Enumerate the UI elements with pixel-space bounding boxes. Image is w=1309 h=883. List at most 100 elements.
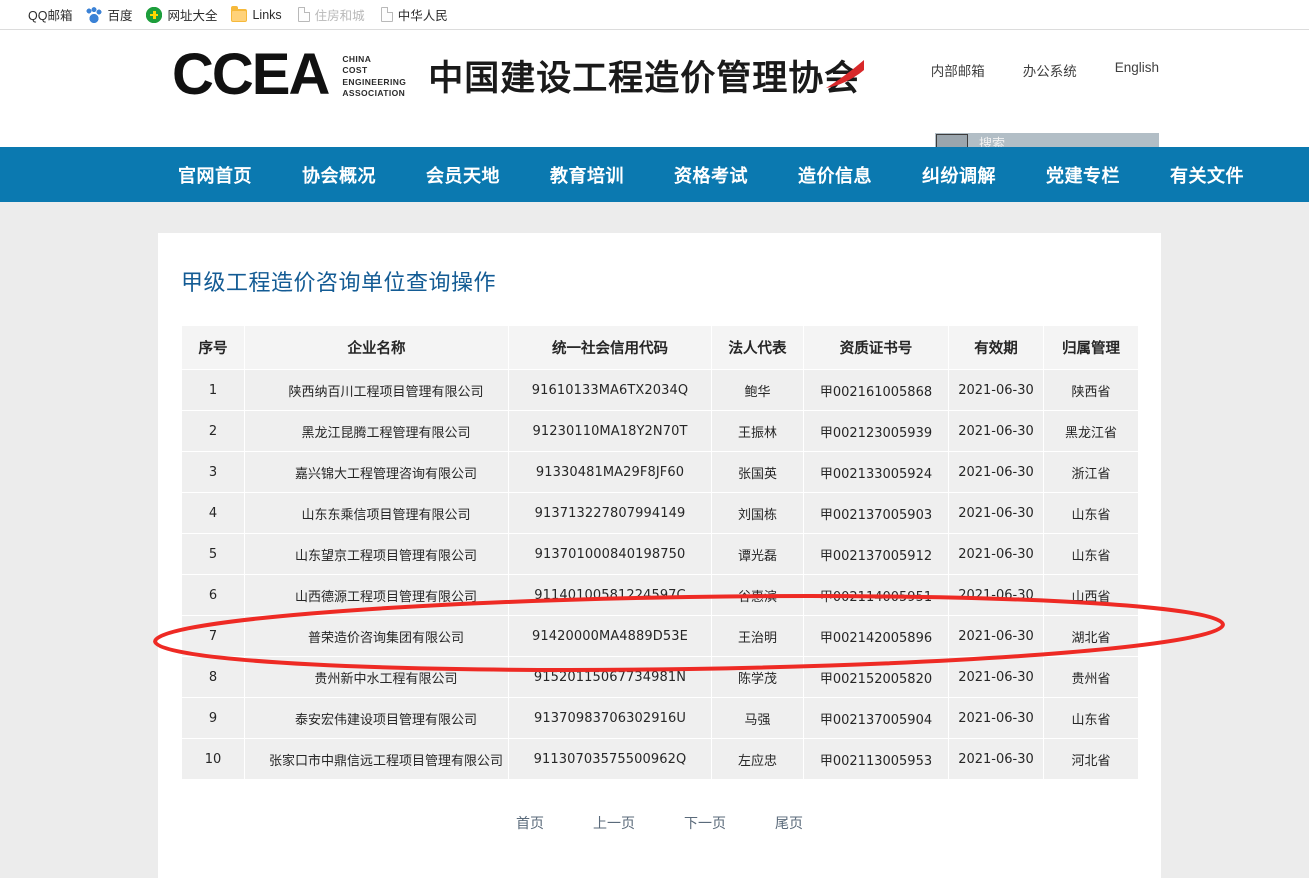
cell-company-link[interactable]: 泰安宏伟建设项目管理有限公司 (244, 697, 509, 739)
cell-representative: 左应忠 (711, 738, 804, 780)
bookmark-item-links[interactable]: Links (224, 4, 288, 26)
cell-uscc: 91230110MA18Y2N70T (508, 410, 712, 452)
cell-uscc: 913713227807994149 (508, 492, 712, 534)
table-row: 2 黑龙江昆腾工程管理有限公司 91230110MA18Y2N70T 王振林 甲… (181, 410, 1139, 452)
site-name: 中国建设工程造价管理协会 (428, 58, 861, 99)
cell-representative: 谭光磊 (711, 533, 804, 575)
cell-validity: 2021-06-30 (948, 533, 1044, 575)
site-header: CCEA CHINA COST ENGINEERING ASSOCIATION … (0, 31, 1309, 156)
cell-company-link[interactable]: 山西德源工程项目管理有限公司 (244, 574, 509, 616)
cell-index: 1 (181, 369, 245, 411)
pagination-last[interactable]: 尾页 (775, 813, 803, 833)
table-row: 10 张家口市中鼎信远工程项目管理有限公司 91130703575500962Q… (181, 738, 1139, 780)
bookmark-item-gov[interactable]: 中华人民 (372, 4, 455, 26)
column-header-province: 归属管理 (1043, 325, 1139, 370)
hao123-icon (146, 6, 163, 23)
cell-province: 浙江省 (1043, 451, 1139, 493)
bookmark-label: Links (252, 7, 282, 22)
nav-item-home[interactable]: 官网首页 (153, 162, 277, 188)
pagination: 首页 上一页 下一页 尾页 (158, 813, 1161, 833)
cell-validity: 2021-06-30 (948, 574, 1044, 616)
nav-item-mediation[interactable]: 纠纷调解 (897, 162, 1021, 188)
nav-item-members[interactable]: 会员天地 (401, 162, 525, 188)
folder-icon (231, 5, 248, 22)
cell-company-link[interactable]: 嘉兴锦大工程管理咨询有限公司 (244, 451, 509, 493)
bookmark-item-baidu[interactable]: 百度 (79, 4, 139, 26)
site-logo[interactable]: CCEA CHINA COST ENGINEERING ASSOCIATION … (172, 42, 865, 107)
company-link-text: 嘉兴锦大工程管理咨询有限公司 (294, 466, 477, 482)
nav-item-exams[interactable]: 资格考试 (649, 162, 773, 188)
browser-bookmark-bar: QQ邮箱 百度 网址大全 Links 住房和城 中华人民 (0, 0, 1309, 30)
logo-ccea-text: CCEA (172, 42, 330, 107)
content-panel: 甲级工程造价咨询单位查询操作 序号 企业名称 统一社会信用代码 法人代表 资质证… (158, 233, 1161, 878)
logo-sub-line-4: ASSOCIATION (342, 88, 406, 98)
cell-validity: 2021-06-30 (948, 697, 1044, 739)
company-link-text: 山西德源工程项目管理有限公司 (294, 589, 477, 605)
cell-province: 黑龙江省 (1043, 410, 1139, 452)
cell-company-link[interactable]: 山东东乘信项目管理有限公司 (244, 492, 509, 534)
company-link-text: 陕西纳百川工程项目管理有限公司 (288, 384, 484, 400)
cell-representative: 刘国栋 (711, 492, 804, 534)
table-row: 9 泰安宏伟建设项目管理有限公司 91370983706302916U 马强 甲… (181, 697, 1139, 739)
page-icon (380, 7, 393, 22)
cell-company-link[interactable]: 普荣造价咨询集团有限公司 (244, 615, 509, 657)
company-link-text: 张家口市中鼎信远工程项目管理有限公司 (268, 753, 503, 769)
company-results-table: 序号 企业名称 统一社会信用代码 法人代表 资质证书号 有效期 归属管理 1 陕… (181, 325, 1139, 780)
cell-index: 7 (181, 615, 245, 657)
bookmark-item-hao123[interactable]: 网址大全 (139, 4, 224, 26)
table-row: 4 山东东乘信项目管理有限公司 913713227807994149 刘国栋 甲… (181, 492, 1139, 534)
cell-company-link[interactable]: 张家口市中鼎信远工程项目管理有限公司 (244, 738, 509, 780)
pagination-next[interactable]: 下一页 (684, 813, 726, 833)
baidu-icon (86, 6, 103, 23)
cell-index: 8 (181, 656, 245, 698)
cell-uscc: 913701000840198750 (508, 533, 712, 575)
company-link-text: 黑龙江昆腾工程管理有限公司 (301, 425, 471, 441)
cell-index: 5 (181, 533, 245, 575)
page-icon (297, 7, 310, 22)
pagination-prev[interactable]: 上一页 (593, 813, 635, 833)
cell-representative: 谷惠滨 (711, 574, 804, 616)
company-link-text: 泰安宏伟建设项目管理有限公司 (294, 712, 477, 728)
page-title: 甲级工程造价咨询单位查询操作 (181, 271, 497, 296)
pagination-first[interactable]: 首页 (516, 813, 544, 833)
cell-index: 6 (181, 574, 245, 616)
cell-validity: 2021-06-30 (948, 656, 1044, 698)
cell-certificate: 甲002137005904 (803, 697, 949, 739)
cell-company-link[interactable]: 黑龙江昆腾工程管理有限公司 (244, 410, 509, 452)
column-header-company: 企业名称 (244, 325, 509, 370)
bookmark-label: 百度 (107, 9, 133, 23)
nav-item-training[interactable]: 教育培训 (525, 162, 649, 188)
bookmark-label: QQ邮箱 (28, 9, 73, 23)
table-row: 6 山西德源工程项目管理有限公司 91140100581224597C 谷惠滨 … (181, 574, 1139, 616)
cell-province: 河北省 (1043, 738, 1139, 780)
top-link-office-system[interactable]: 办公系统 (1023, 60, 1077, 80)
table-row: 8 贵州新中水工程有限公司 91520115067734981N 陈学茂 甲00… (181, 656, 1139, 698)
cell-validity: 2021-06-30 (948, 410, 1044, 452)
nav-item-about[interactable]: 协会概况 (277, 162, 401, 188)
bookmark-item-qq[interactable]: QQ邮箱 (0, 4, 79, 26)
cell-company-link[interactable]: 山东望京工程项目管理有限公司 (244, 533, 509, 575)
logo-sub-line-3: ENGINEERING (342, 76, 407, 87)
nav-item-party[interactable]: 党建专栏 (1021, 162, 1145, 188)
bookmark-item-housing[interactable]: 住房和城 (289, 4, 372, 26)
cell-certificate: 甲002114005951 (803, 574, 949, 616)
cell-company-link[interactable]: 贵州新中水工程有限公司 (244, 656, 509, 698)
cell-uscc: 91610133MA6TX2034Q (508, 369, 712, 411)
cell-uscc: 91330481MA29F8JF60 (508, 451, 712, 493)
cell-representative: 马强 (711, 697, 804, 739)
nav-item-cost-info[interactable]: 造价信息 (773, 162, 897, 188)
nav-item-documents[interactable]: 有关文件 (1145, 162, 1269, 188)
cell-representative: 王振林 (711, 410, 804, 452)
cell-company-link[interactable]: 陕西纳百川工程项目管理有限公司 (244, 369, 509, 411)
top-link-internal-mail[interactable]: 内部邮箱 (931, 60, 985, 80)
company-link-text: 普荣造价咨询集团有限公司 (307, 630, 464, 646)
logo-sub-line-2: COST (342, 65, 368, 75)
cell-certificate: 甲002133005924 (803, 451, 949, 493)
top-link-english[interactable]: English (1115, 60, 1159, 80)
cell-province: 山东省 (1043, 533, 1139, 575)
cell-index: 4 (181, 492, 245, 534)
cell-index: 2 (181, 410, 245, 452)
column-header-validity: 有效期 (948, 325, 1044, 370)
cell-representative: 陈学茂 (711, 656, 804, 698)
cell-province: 山东省 (1043, 697, 1139, 739)
